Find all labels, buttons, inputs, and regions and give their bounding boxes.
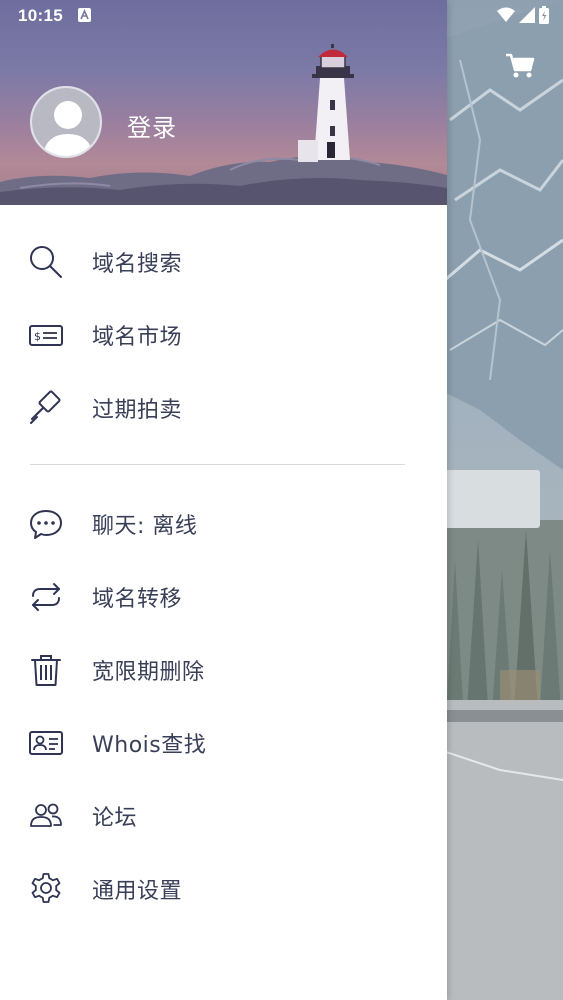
navigation-drawer: 登录 域名搜索 $ 域名市场 过期拍卖 聊天: 离线 域名转移 宽限期删除 Wh… — [0, 0, 447, 1000]
wifi-icon — [497, 7, 515, 22]
gear-icon — [28, 871, 64, 907]
menu-item-grace-delete[interactable]: 宽限期删除 — [0, 633, 447, 706]
menu-item-expired-auction[interactable]: 过期拍卖 — [0, 371, 447, 444]
search-icon — [28, 244, 64, 280]
menu-item-general-settings[interactable]: 通用设置 — [0, 852, 447, 925]
menu-label: Whois查找 — [92, 732, 207, 758]
id-card-icon — [28, 725, 64, 761]
menu-item-domain-market[interactable]: $ 域名市场 — [0, 298, 447, 371]
users-icon — [28, 798, 64, 834]
ticket-icon: $ — [28, 317, 64, 353]
menu-label: 域名市场 — [92, 324, 183, 350]
menu-label: 通用设置 — [92, 878, 183, 904]
status-time: 10:15 — [18, 6, 63, 25]
menu-label: 宽限期删除 — [92, 659, 205, 685]
status-bar: 10:15 — [0, 0, 563, 32]
svg-text:$: $ — [34, 330, 41, 343]
login-link[interactable]: 登录 — [127, 108, 177, 143]
avatar[interactable] — [30, 86, 102, 158]
menu-label: 域名搜索 — [92, 251, 183, 277]
signal-icon — [519, 7, 535, 23]
menu-label: 论坛 — [92, 805, 138, 831]
menu-label: 域名转移 — [92, 586, 183, 612]
menu-divider — [30, 464, 405, 465]
menu-group-secondary: 聊天: 离线 域名转移 宽限期删除 Whois查找 论坛 通用设置 — [0, 487, 447, 925]
menu-item-domain-transfer[interactable]: 域名转移 — [0, 560, 447, 633]
notification-a-icon — [78, 8, 91, 22]
background-road — [440, 700, 563, 1000]
menu-item-whois-lookup[interactable]: Whois查找 — [0, 706, 447, 779]
menu-item-domain-search[interactable]: 域名搜索 — [0, 225, 447, 298]
menu-group-primary: 域名搜索 $ 域名市场 过期拍卖 — [0, 205, 447, 444]
status-indicators — [497, 6, 549, 24]
menu-item-chat[interactable]: 聊天: 离线 — [0, 487, 447, 560]
menu-item-forum[interactable]: 论坛 — [0, 779, 447, 852]
menu-label: 过期拍卖 — [92, 397, 183, 423]
chat-icon — [28, 506, 64, 542]
gavel-icon — [28, 390, 64, 426]
trash-icon — [28, 652, 64, 688]
menu-label: 聊天: 离线 — [92, 513, 198, 539]
battery-icon — [539, 6, 549, 24]
cart-icon — [506, 53, 535, 78]
transfer-icon — [28, 579, 64, 615]
